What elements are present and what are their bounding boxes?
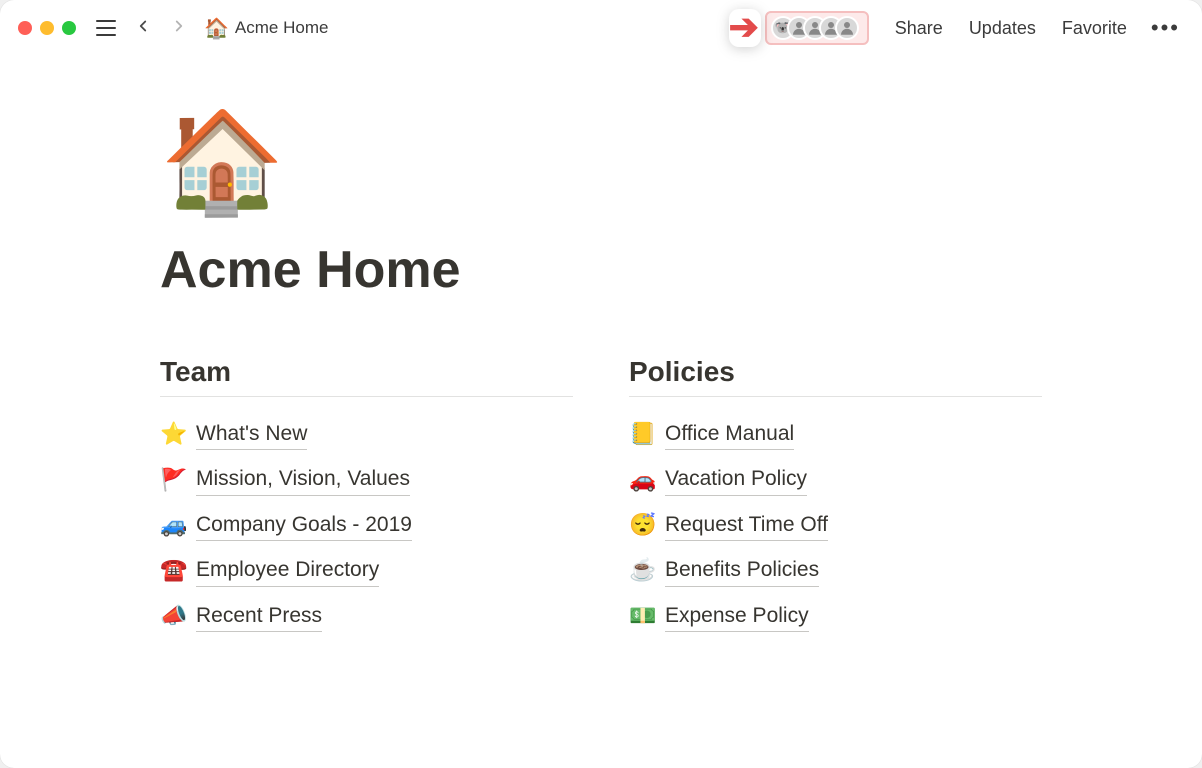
- page-link[interactable]: 📒 Office Manual: [629, 419, 1042, 450]
- page-link-icon: ☎️: [160, 555, 186, 586]
- updates-button[interactable]: Updates: [959, 14, 1046, 43]
- page-link-label: Office Manual: [665, 419, 794, 450]
- page-link-icon: 🚗: [629, 465, 655, 496]
- page-link-icon: 🚩: [160, 465, 186, 496]
- page-link-label: Mission, Vision, Values: [196, 464, 410, 495]
- breadcrumb[interactable]: 🏠 Acme Home: [204, 16, 328, 41]
- presence-callout: ➔ 🐨: [729, 9, 869, 47]
- page-link-icon: 📣: [160, 601, 186, 632]
- page-link[interactable]: ☎️ Employee Directory: [160, 555, 573, 586]
- presence-avatars[interactable]: 🐨: [765, 11, 869, 45]
- arrow-left-icon: [134, 17, 152, 39]
- nav-forward-button[interactable]: [164, 13, 194, 43]
- sidebar-toggle-button[interactable]: [90, 16, 122, 40]
- page-link[interactable]: 🚗 Vacation Policy: [629, 464, 1042, 495]
- link-list-policies: 📒 Office Manual 🚗 Vacation Policy 😴 Request T…: [629, 419, 1042, 632]
- page-link-label: Employee Directory: [196, 555, 379, 586]
- page-link-icon: 🚙: [160, 510, 186, 541]
- link-list-team: ⭐ What's New 🚩 Mission, Vision, Values 🚙 Comp…: [160, 419, 573, 632]
- page-link[interactable]: 🚩 Mission, Vision, Values: [160, 464, 573, 495]
- close-window-button[interactable]: [18, 21, 32, 35]
- app-window: 🏠 Acme Home ➔ 🐨 Share Updates Favorite •…: [0, 0, 1202, 768]
- page-link[interactable]: ☕ Benefits Policies: [629, 555, 1042, 586]
- callout-arrow-icon: ➔: [729, 9, 761, 47]
- column-policies: Policies 📒 Office Manual 🚗 Vacation Policy 😴…: [629, 356, 1042, 632]
- page-link-label: What's New: [196, 419, 307, 450]
- column-team: Team ⭐ What's New 🚩 Mission, Vision, Values…: [160, 356, 573, 632]
- favorite-button[interactable]: Favorite: [1052, 14, 1137, 43]
- page-link[interactable]: ⭐ What's New: [160, 419, 573, 450]
- more-menu-button[interactable]: •••: [1143, 15, 1184, 41]
- window-controls: [18, 21, 76, 35]
- columns: Team ⭐ What's New 🚩 Mission, Vision, Values…: [160, 356, 1042, 632]
- page-link-label: Request Time Off: [665, 510, 828, 541]
- page-link-label: Expense Policy: [665, 601, 809, 632]
- page-link[interactable]: 🚙 Company Goals - 2019: [160, 510, 573, 541]
- page-link-label: Recent Press: [196, 601, 322, 632]
- page-link-icon: 📒: [629, 419, 655, 450]
- topbar: 🏠 Acme Home ➔ 🐨 Share Updates Favorite •…: [0, 0, 1202, 56]
- page-link-label: Company Goals - 2019: [196, 510, 412, 541]
- column-heading-team[interactable]: Team: [160, 356, 573, 397]
- arrow-right-icon: [170, 17, 188, 39]
- page-body: 🏠 Acme Home Team ⭐ What's New 🚩 Mission, Vi…: [0, 56, 1202, 672]
- more-horizontal-icon: •••: [1151, 15, 1180, 40]
- share-button[interactable]: Share: [885, 14, 953, 43]
- page-icon[interactable]: 🏠: [160, 112, 285, 212]
- avatar-user-5: [835, 16, 859, 40]
- page-link-icon: ☕: [629, 555, 655, 586]
- page-link-icon: 😴: [629, 510, 655, 541]
- page-link-label: Benefits Policies: [665, 555, 819, 586]
- page-title[interactable]: Acme Home: [160, 240, 1042, 300]
- column-heading-policies[interactable]: Policies: [629, 356, 1042, 397]
- page-link[interactable]: 😴 Request Time Off: [629, 510, 1042, 541]
- page-link[interactable]: 📣 Recent Press: [160, 601, 573, 632]
- nav-back-button[interactable]: [128, 13, 158, 43]
- page-link-label: Vacation Policy: [665, 464, 807, 495]
- page-link-icon: ⭐: [160, 419, 186, 450]
- page-link-icon: 💵: [629, 601, 655, 632]
- breadcrumb-label: Acme Home: [235, 18, 329, 38]
- breadcrumb-icon: 🏠: [204, 16, 229, 41]
- minimize-window-button[interactable]: [40, 21, 54, 35]
- hamburger-icon: [96, 20, 116, 36]
- page-link[interactable]: 💵 Expense Policy: [629, 601, 1042, 632]
- zoom-window-button[interactable]: [62, 21, 76, 35]
